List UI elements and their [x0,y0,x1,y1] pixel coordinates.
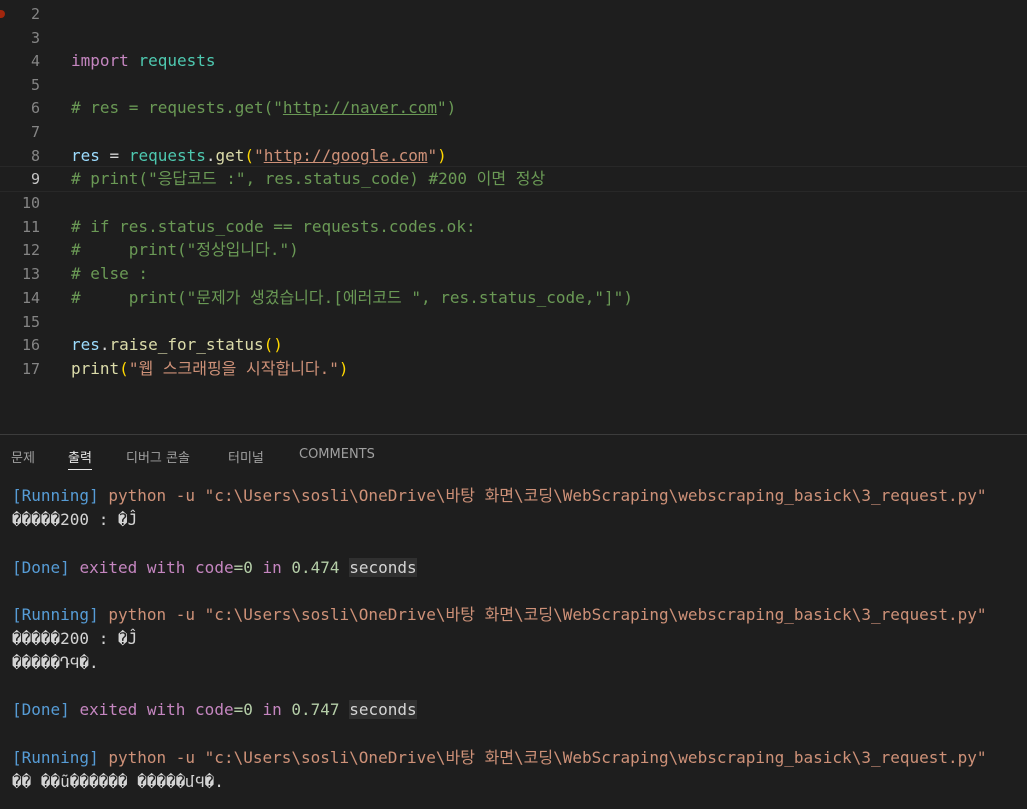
code-line[interactable]: 8 res = requests.get("http://google.com"… [0,144,1027,168]
line-number: 3 [30,29,40,47]
output-line: [Running] python -u "c:\Users\sosli\OneD… [12,605,987,624]
code-text: # print("정상입니다.") [71,240,299,259]
line-number: 13 [21,265,40,283]
tab-debug-console[interactable]: 디버그 콘솔 [126,447,190,466]
line-number: 17 [21,360,40,378]
output-line: �����ԴϤ�. [12,653,99,672]
line-number: 2 [30,5,40,23]
code-text: # else : [71,264,149,283]
code-line-current[interactable]: 9 # print("응답코드 :", res.status_code) #20… [0,166,1027,192]
code-text: res.raise_for_status() [71,335,283,354]
code-line[interactable]: 10 [0,191,1027,215]
tab-output[interactable]: 출력 [68,447,92,470]
code-line[interactable]: 13 # else : [0,262,1027,286]
code-line[interactable]: 16 res.raise_for_status() [0,333,1027,357]
line-number: 14 [21,289,40,307]
line-number: 12 [21,241,40,259]
line-number: 15 [21,313,40,331]
line-number: 5 [30,76,40,94]
code-line[interactable]: 14 # print("문제가 생겼습니다.[에러코드 ", res.statu… [0,286,1027,310]
code-line[interactable]: 17 print("웹 스크래핑을 시작합니다.") [0,357,1027,381]
code-line[interactable]: 11 # if res.status_code == requests.code… [0,215,1027,239]
output-line: [Running] python -u "c:\Users\sosli\OneD… [12,486,987,505]
code-text: # res = requests.get("http://naver.com") [71,98,457,117]
line-number: 16 [21,336,40,354]
url-link[interactable]: http://naver.com [283,98,437,117]
tab-comments[interactable]: COMMENTS [299,447,375,462]
url-link[interactable]: http://google.com [264,146,428,165]
code-text: # if res.status_code == requests.codes.o… [71,217,476,236]
code-editor[interactable]: 2 3 4 import requests 5 6 # res = reques… [0,0,1027,434]
line-number: 8 [30,147,40,165]
code-line[interactable]: 3 [0,26,1027,50]
code-line[interactable]: 4 import requests [0,49,1027,73]
code-line[interactable]: 12 # print("정상입니다.") [0,238,1027,262]
output-line: [Running] python -u "c:\Users\sosli\OneD… [12,748,987,767]
code-text: import requests [71,51,216,70]
code-line[interactable]: 15 [0,310,1027,334]
output-line: �����200 : �Ĵ [12,510,138,529]
code-line[interactable]: 6 # res = requests.get("http://naver.com… [0,96,1027,120]
output-line: �����200 : �Ĵ [12,629,138,648]
bottom-panel: 문제 출력 디버그 콘솔 터미널 COMMENTS [Running] pyth… [0,434,1027,809]
line-number: 7 [30,123,40,141]
output-line: [Done] exited with code=0 in 0.474 secon… [12,558,417,577]
line-number: 11 [21,218,40,236]
code-text: res = requests.get("http://google.com") [71,146,447,165]
code-text: print("웹 스크래핑을 시작합니다.") [71,359,349,378]
line-number: 6 [30,99,40,117]
code-line[interactable]: 7 [0,120,1027,144]
panel-tabs: 문제 출력 디버그 콘솔 터미널 COMMENTS [0,435,1027,477]
line-number: 9 [30,170,40,188]
output-line: �� ��ũ������ �����մϤ�. [12,772,224,791]
output-line: [Done] exited with code=0 in 0.747 secon… [12,700,417,719]
tab-problems[interactable]: 문제 [11,447,35,466]
code-line[interactable]: 5 [0,73,1027,97]
code-text: # print("응답코드 :", res.status_code) #200 … [71,169,546,188]
tab-terminal[interactable]: 터미널 [228,447,264,466]
line-number: 4 [30,52,40,70]
code-line[interactable]: 2 [0,2,1027,26]
code-text: # print("문제가 생겼습니다.[에러코드 ", res.status_c… [71,288,633,307]
line-number: 10 [21,194,40,212]
